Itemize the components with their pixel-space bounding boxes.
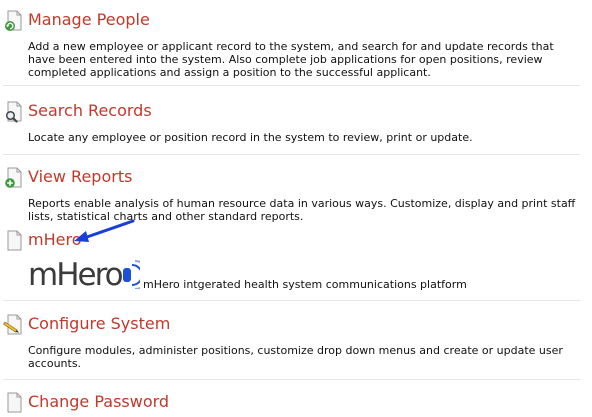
- document-pencil-icon[interactable]: [3, 314, 23, 336]
- document-add-icon[interactable]: [3, 167, 23, 189]
- search-records-link[interactable]: Search Records: [28, 101, 152, 121]
- mhero-description: mHero intgerated health system communica…: [143, 278, 467, 291]
- divider: [3, 85, 580, 86]
- search-records-description: Locate any employee or position record i…: [28, 131, 473, 144]
- view-reports-link[interactable]: View Reports: [28, 167, 132, 187]
- change-password-link[interactable]: Change Password: [28, 392, 169, 412]
- signal-icon: [123, 260, 140, 289]
- divider: [3, 379, 580, 380]
- mhero-link[interactable]: mHero: [28, 230, 81, 250]
- document-search-icon[interactable]: [3, 101, 23, 123]
- mhero-logo[interactable]: mHero: [28, 255, 140, 289]
- configure-system-link[interactable]: Configure System: [28, 314, 170, 334]
- divider: [3, 300, 580, 301]
- manage-people-description: Add a new employee or applicant record t…: [28, 40, 554, 79]
- divider: [3, 154, 580, 155]
- manage-people-link[interactable]: Manage People: [28, 10, 150, 30]
- mhero-logo-text: mHero: [28, 257, 123, 289]
- document-refresh-icon[interactable]: [3, 10, 23, 32]
- view-reports-description: Reports enable analysis of human resourc…: [28, 197, 576, 223]
- main-menu: Manage People Add a new employee or appl…: [0, 0, 592, 417]
- configure-system-description: Configure modules, administer positions,…: [28, 344, 563, 370]
- document-icon[interactable]: [3, 230, 23, 252]
- document-icon[interactable]: [3, 392, 23, 414]
